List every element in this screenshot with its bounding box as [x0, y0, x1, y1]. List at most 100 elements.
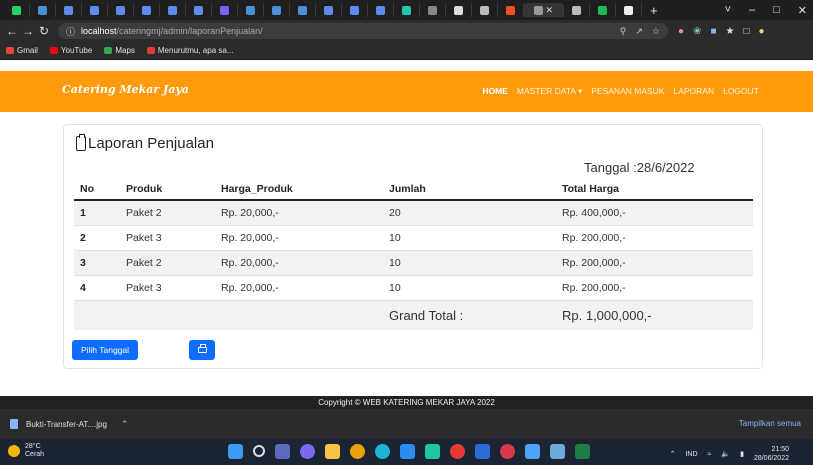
chrome-icon[interactable] — [350, 444, 365, 459]
browser-tab[interactable] — [56, 3, 82, 17]
store-icon[interactable] — [400, 444, 415, 459]
cell-harga: Rp. 20,000,- — [215, 199, 383, 225]
cell-produk: Paket 2 — [120, 249, 215, 275]
chevron-up-icon[interactable]: ⌃ — [670, 450, 676, 458]
wifi-icon[interactable]: ≈ — [708, 451, 712, 458]
nav-logout[interactable]: LOGOUT — [723, 86, 759, 97]
bookmark-menurutmu[interactable]: Menurutmu, apa sa... — [146, 46, 234, 55]
extensions-puzzle-icon[interactable]: ★ — [725, 26, 734, 37]
chevron-up-icon[interactable]: ⌃ — [121, 419, 129, 430]
print-button[interactable] — [189, 340, 215, 360]
show-all-downloads-link[interactable]: Tampilkan semua — [739, 419, 801, 428]
column-header-harga: Harga_Produk — [215, 178, 383, 201]
browser-tab[interactable] — [446, 3, 472, 17]
profile-avatar[interactable]: ● — [759, 26, 765, 37]
bookmark-star-icon[interactable]: ☆ — [652, 26, 660, 37]
tab-close-icon[interactable]: ✕ — [545, 5, 553, 16]
browser-tab[interactable] — [4, 3, 30, 17]
back-icon[interactable]: ← — [4, 24, 20, 38]
close-window-icon[interactable]: ✕ — [798, 4, 807, 17]
browser-tab[interactable] — [498, 3, 524, 17]
share-icon[interactable]: ↗ — [635, 26, 643, 37]
minimize-icon[interactable]: – — [749, 4, 755, 16]
sun-icon — [8, 445, 20, 457]
excel-icon[interactable] — [575, 444, 590, 459]
browser-tab-active[interactable]: ✕ — [524, 3, 564, 17]
opera-icon[interactable] — [450, 444, 465, 459]
cell-total: Rp. 400,000,- — [556, 199, 753, 225]
browser-tab[interactable] — [160, 3, 186, 17]
pick-date-button[interactable]: Pilih Tanggal — [72, 340, 138, 360]
info-icon[interactable]: ⓘ — [66, 25, 75, 38]
bookmark-youtube[interactable]: YouTube — [49, 46, 92, 55]
bookmark-label: Gmail — [17, 46, 38, 55]
bookmarks-bar: Gmail YouTube Maps Menurutmu, apa sa... — [0, 42, 813, 60]
search-icon[interactable] — [253, 445, 265, 457]
extension-icon[interactable]: ❀ — [693, 26, 701, 37]
address-bar-row: ← → ↻ ⓘ localhost /cateringmj/admin/lapo… — [0, 20, 813, 42]
report-date: Tanggal :28/6/2022 — [584, 160, 695, 175]
chat-icon[interactable] — [300, 444, 315, 459]
bookmark-gmail[interactable]: Gmail — [6, 46, 38, 55]
browser-tab[interactable] — [290, 3, 316, 17]
browser-tab[interactable] — [212, 3, 238, 17]
page-title: Laporan Penjualan — [76, 134, 214, 152]
extension-icon[interactable]: ■ — [710, 26, 716, 37]
cell-total: Rp. 200,000,- — [556, 274, 753, 300]
forward-icon[interactable]: → — [20, 24, 36, 38]
browser-tab[interactable] — [264, 3, 290, 17]
browser-tab[interactable] — [342, 3, 368, 17]
file-explorer-icon[interactable] — [325, 444, 340, 459]
extensions: ● ❀ ■ ★ □ ● — [678, 26, 765, 37]
table-row: 3 Paket 2 Rp. 20,000,- 10 Rp. 200,000,- — [74, 249, 753, 275]
browser-tab[interactable] — [186, 3, 212, 17]
nav-home[interactable]: HOME — [482, 86, 508, 97]
grand-total-label: Grand Total : — [383, 299, 556, 330]
battery-icon[interactable]: ▮ — [740, 450, 744, 458]
nav-pesanan-masuk[interactable]: PESANAN MASUK — [591, 86, 664, 97]
extension-icon[interactable]: ● — [678, 26, 684, 37]
browser-tab[interactable] — [238, 3, 264, 17]
tab-search-icon[interactable]: ˅ — [725, 4, 731, 16]
downloads-bar: Bukti-Transfer-AT....jpg ⌃ Tampilkan sem… — [0, 409, 813, 439]
browser-tab[interactable] — [472, 3, 498, 17]
browser-tab[interactable] — [316, 3, 342, 17]
browser-tab[interactable] — [420, 3, 446, 17]
task-view-icon[interactable] — [275, 444, 290, 459]
weather-widget[interactable]: 28°C Cerah — [8, 443, 44, 459]
reload-icon[interactable]: ↻ — [36, 24, 52, 38]
edge-icon[interactable] — [375, 444, 390, 459]
sidebar-icon[interactable]: □ — [743, 26, 749, 37]
word-icon[interactable] — [475, 444, 490, 459]
cell-total: Rp. 200,000,- — [556, 249, 753, 275]
cell-jumlah: 20 — [383, 199, 556, 225]
browser-tab[interactable] — [82, 3, 108, 17]
nav-master-data[interactable]: MASTER DATA ▾ — [517, 86, 582, 97]
browser-tab[interactable] — [590, 3, 616, 17]
table-row: 4 Paket 3 Rp. 20,000,- 10 Rp. 200,000,- — [74, 274, 753, 300]
browser-tab[interactable] — [564, 3, 590, 17]
notepad-icon[interactable] — [525, 444, 540, 459]
language-indicator[interactable]: IND — [685, 451, 697, 458]
download-file-name[interactable]: Bukti-Transfer-AT....jpg — [26, 420, 107, 429]
browser-tab[interactable] — [616, 3, 642, 17]
maximize-icon[interactable]: □ — [773, 4, 780, 16]
new-tab-button[interactable]: + — [650, 3, 658, 18]
windows-start-icon[interactable] — [228, 444, 243, 459]
browser-tab[interactable] — [368, 3, 394, 17]
browser-tab[interactable] — [108, 3, 134, 17]
url-input[interactable]: ⓘ localhost /cateringmj/admin/laporanPen… — [58, 23, 668, 39]
app-icon[interactable] — [425, 444, 440, 459]
browser-tab[interactable] — [394, 3, 420, 17]
bookmark-label: Menurutmu, apa sa... — [157, 46, 234, 55]
brand-logo[interactable]: Catering Mekar Jaya — [62, 83, 189, 96]
app-icon[interactable] — [500, 444, 515, 459]
clock[interactable]: 21:50 28/06/2022 — [754, 445, 789, 463]
browser-tab[interactable] — [134, 3, 160, 17]
zoom-icon[interactable]: ⚲ — [620, 26, 627, 37]
nav-laporan[interactable]: LAPORAN — [673, 86, 714, 97]
browser-tab[interactable] — [30, 3, 56, 17]
bookmark-maps[interactable]: Maps — [104, 46, 135, 55]
app-icon[interactable] — [550, 444, 565, 459]
volume-icon[interactable]: 🔈 — [721, 450, 730, 458]
